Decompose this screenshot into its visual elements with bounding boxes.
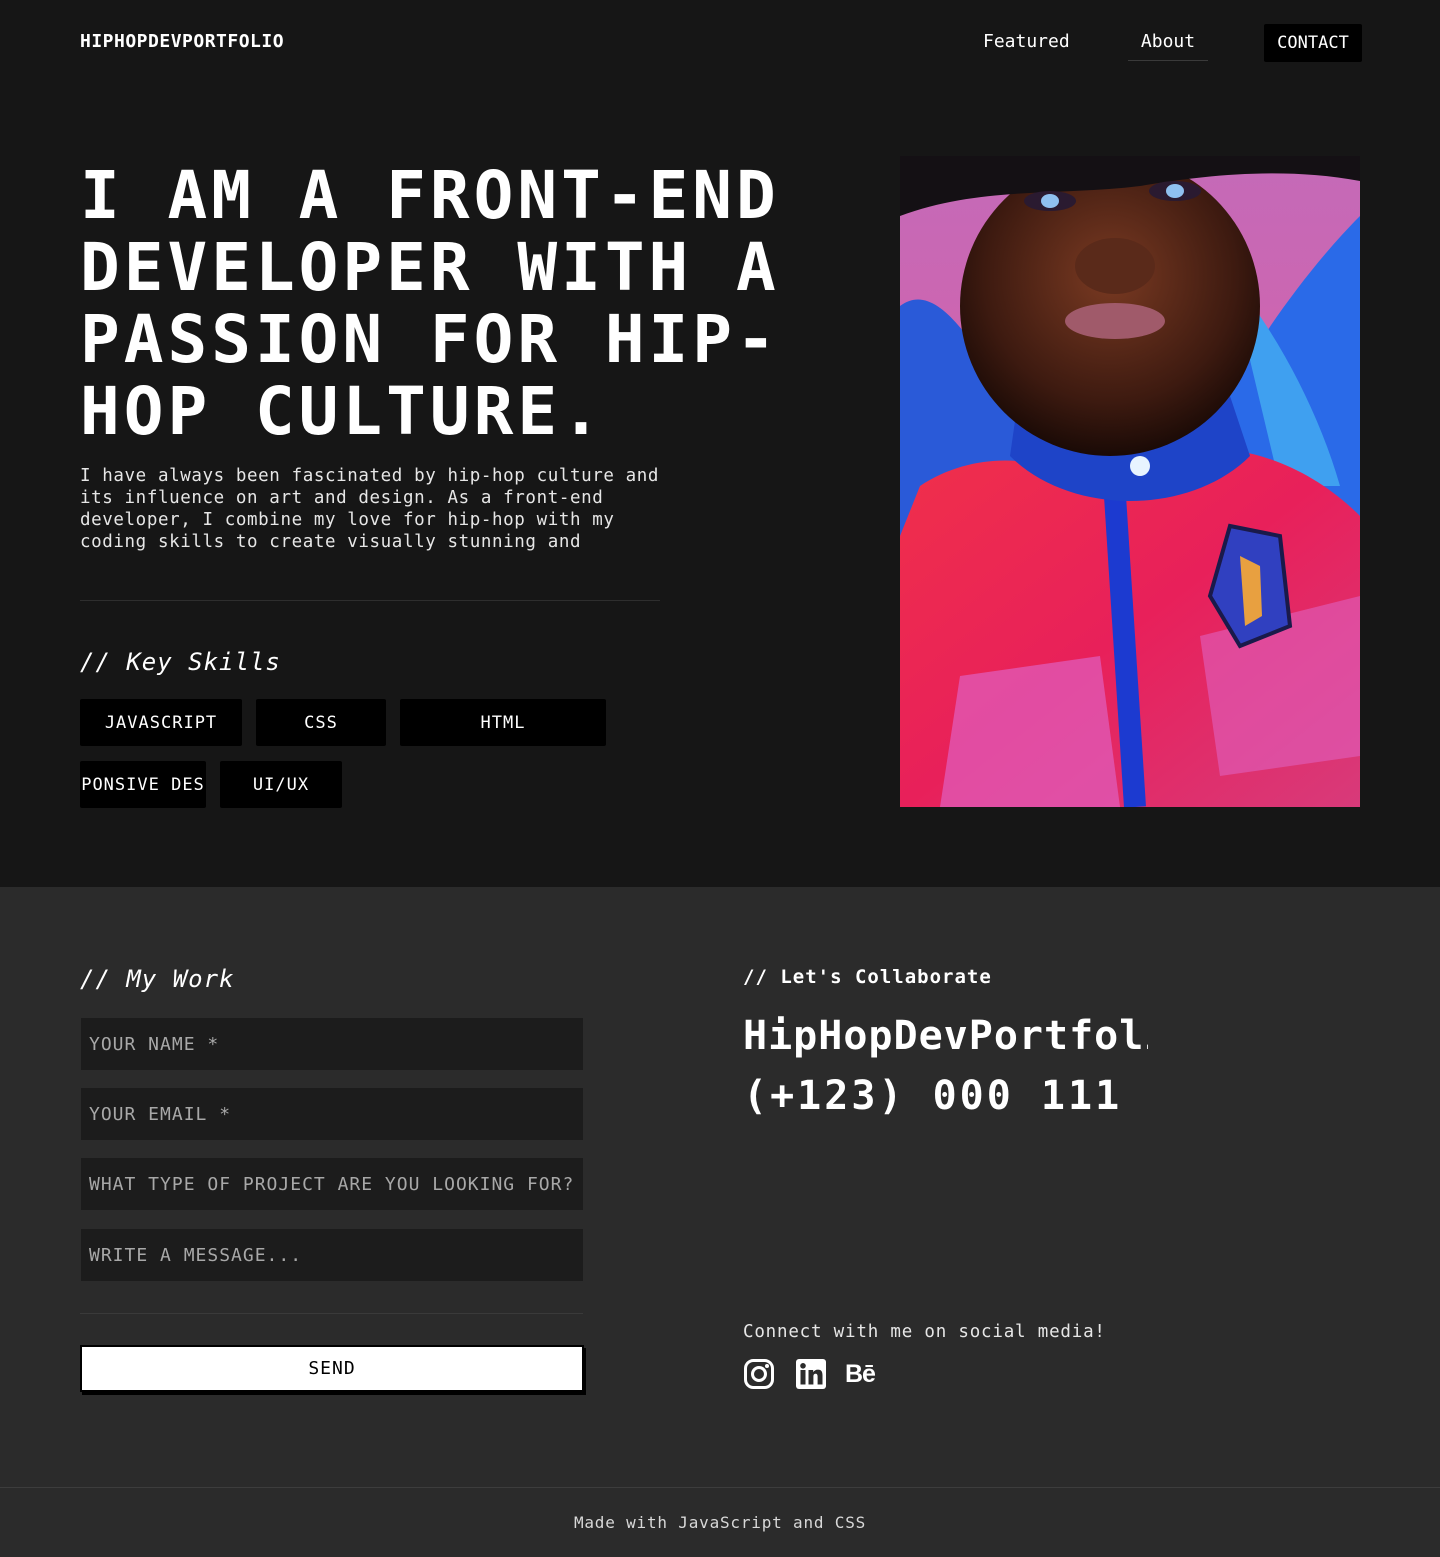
message-field[interactable] xyxy=(81,1229,583,1281)
portrait-image xyxy=(900,156,1360,807)
name-field[interactable] xyxy=(81,1018,583,1070)
form-divider xyxy=(80,1313,583,1314)
instagram-icon xyxy=(744,1359,774,1389)
nav-contact-button[interactable]: CONTACT xyxy=(1264,24,1362,62)
hero-divider xyxy=(80,600,660,601)
my-work-heading: // My Work xyxy=(80,965,235,993)
hero-description: I have always been fascinated by hip-hop… xyxy=(80,466,660,552)
social-media-text: Connect with me on social media! xyxy=(743,1322,1106,1342)
hero-title: I AM A FRONT-END DEVELOPER WITH A PASSIO… xyxy=(80,157,780,450)
key-skills-heading: // Key Skills xyxy=(80,648,281,676)
skill-tag-css: CSS xyxy=(256,699,386,746)
behance-icon: Bē xyxy=(845,1360,876,1388)
nav-featured-link[interactable]: Featured xyxy=(983,31,1070,52)
skill-tag-html: HTML xyxy=(400,699,606,746)
send-button[interactable]: SEND xyxy=(80,1345,584,1392)
behance-link[interactable]: Bē xyxy=(845,1358,885,1390)
skill-tag-ui-ux: UI/UX xyxy=(220,761,342,808)
skill-tag-responsive-design: RESPONSIVE DESIGN xyxy=(80,761,206,808)
site-header: HIPHOPDEVPORTFOLIO Featured About CONTAC… xyxy=(0,0,1440,86)
instagram-link[interactable] xyxy=(743,1358,775,1390)
linkedin-icon xyxy=(796,1359,826,1389)
skill-tag-javascript: JAVASCRIPT xyxy=(80,699,242,746)
collaborate-heading: // Let's Collaborate xyxy=(743,966,992,988)
footer-text: Made with JavaScript and CSS xyxy=(573,1513,867,1532)
collaborate-name: HipHopDevPortfolio xyxy=(743,1013,1148,1059)
phone-number[interactable]: (+123) 000 111 xyxy=(743,1073,1122,1119)
linkedin-link[interactable] xyxy=(795,1358,827,1390)
project-type-field[interactable] xyxy=(81,1158,583,1210)
email-field[interactable] xyxy=(81,1088,583,1140)
brand-logo[interactable]: HIPHOPDEVPORTFOLIO xyxy=(80,31,284,52)
site-footer: Made with JavaScript and CSS xyxy=(0,1487,1440,1557)
nav-about-link[interactable]: About xyxy=(1128,31,1208,61)
